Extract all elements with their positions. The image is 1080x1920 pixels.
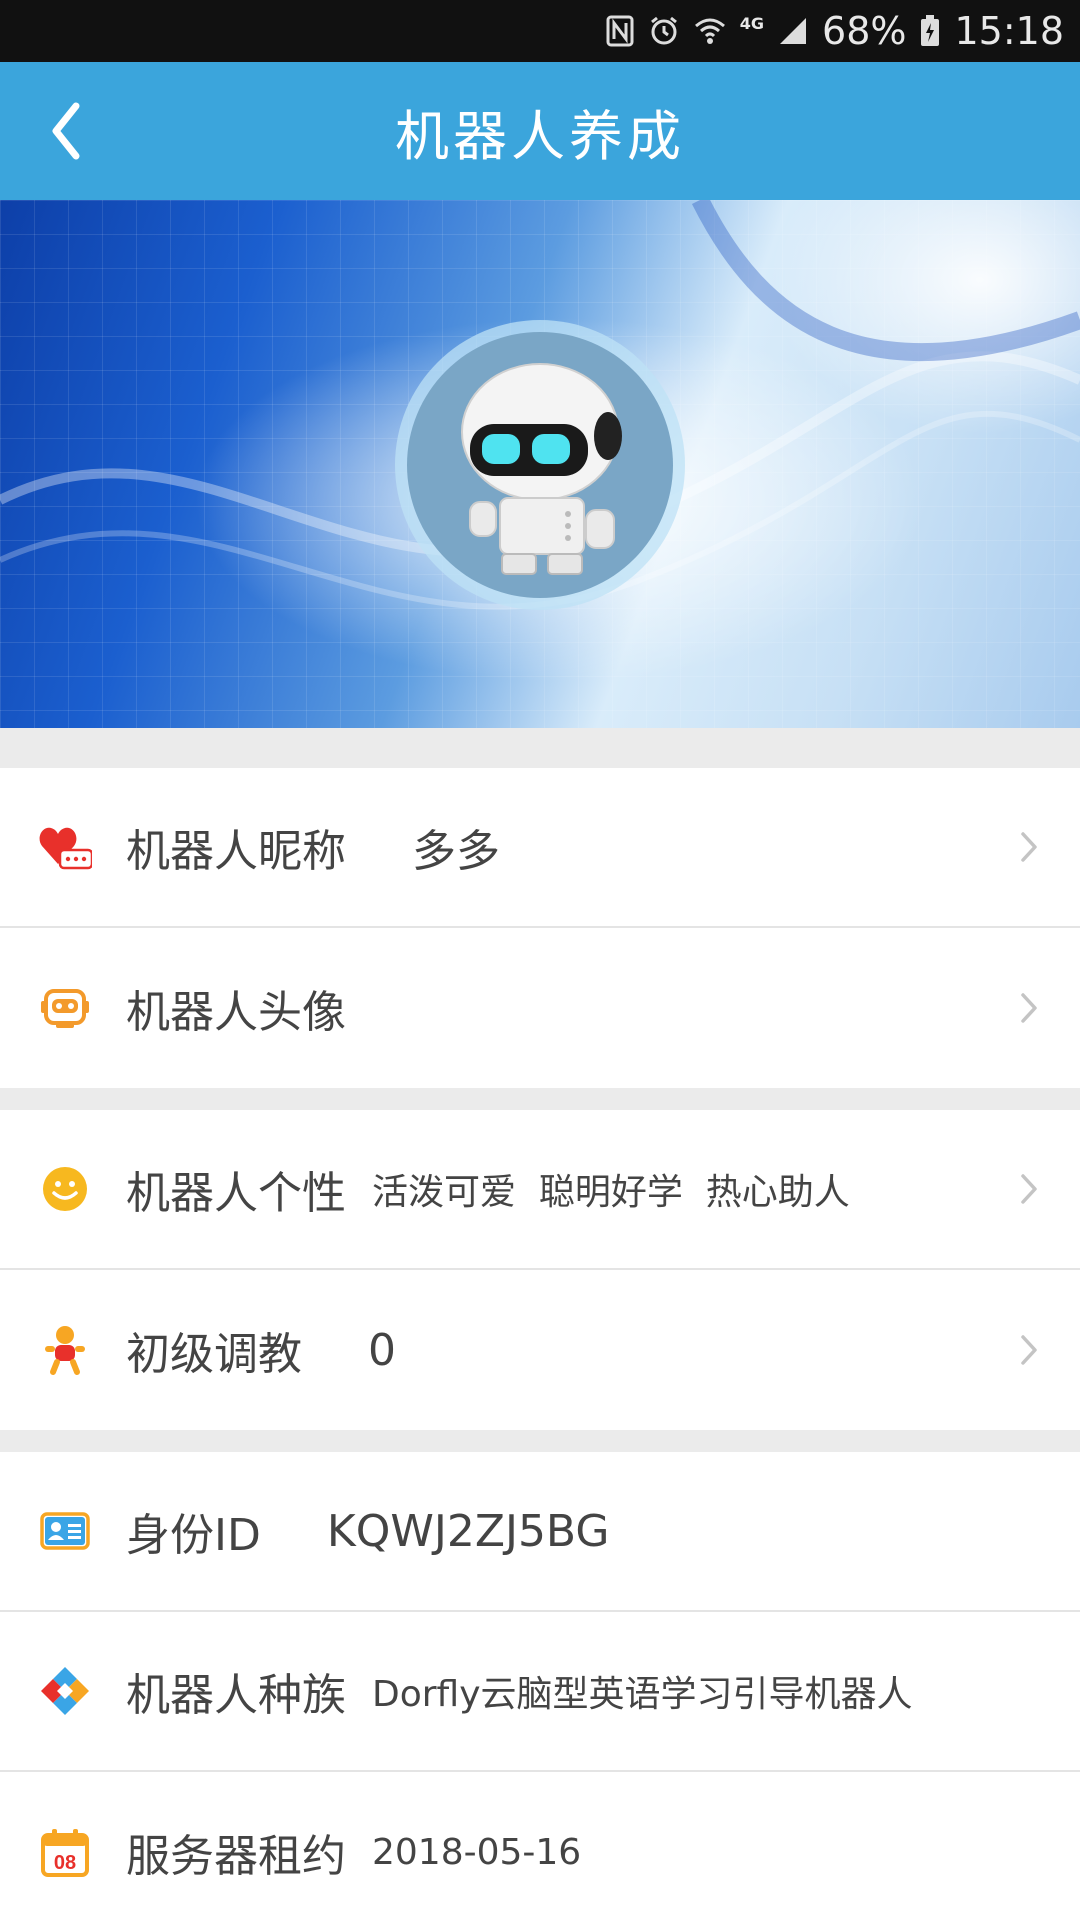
back-button[interactable]	[36, 62, 96, 200]
id-label: 身份ID	[126, 1510, 261, 1561]
id-card-icon	[38, 1504, 92, 1558]
training-label: 初级调教	[126, 1329, 302, 1380]
heart-chat-icon	[38, 820, 92, 874]
network-type: 4G	[739, 13, 765, 33]
page-title: 机器人养成	[395, 104, 685, 168]
wifi-icon	[694, 16, 726, 46]
section-divider	[0, 1088, 1080, 1110]
smiley-icon	[38, 1162, 92, 1216]
battery-percent: 68%	[822, 9, 907, 53]
list-section-info: 身份ID KQWJ2ZJ5BG 机器人种族 Dorfly云脑型英语学习引导机器人…	[0, 1452, 1080, 1920]
personality-row[interactable]: 机器人个性 活泼可爱 聪明好学 热心助人	[0, 1110, 1080, 1270]
status-bar: 4G 68% 15:18	[0, 0, 1080, 62]
hero-banner	[0, 200, 1080, 728]
race-row: 机器人种族 Dorfly云脑型英语学习引导机器人	[0, 1612, 1080, 1772]
race-label: 机器人种族	[126, 1670, 346, 1721]
id-value: KQWJ2ZJ5BG	[326, 1505, 610, 1557]
robot-image	[461, 363, 622, 575]
robot-face-icon	[38, 981, 92, 1035]
id-row: 身份ID KQWJ2ZJ5BG	[0, 1452, 1080, 1612]
personality-value: 活泼可爱 聪明好学 热心助人	[372, 1172, 850, 1213]
chevron-right-icon	[1021, 1174, 1037, 1204]
signal-icon	[778, 16, 808, 46]
chevron-right-icon	[1021, 832, 1037, 862]
avatar-label: 机器人头像	[126, 987, 346, 1038]
race-value: Dorfly云脑型英语学习引导机器人	[372, 1674, 913, 1715]
chevron-right-icon	[1021, 993, 1037, 1023]
alarm-icon	[648, 15, 680, 47]
nfc-icon	[606, 15, 634, 47]
lease-value: 2018-05-16	[372, 1831, 582, 1873]
calendar-day: 08	[54, 1852, 76, 1874]
robot-avatar[interactable]	[407, 332, 673, 598]
section-divider	[0, 1430, 1080, 1452]
diamond-icon	[38, 1664, 92, 1718]
chevron-left-icon	[52, 102, 80, 160]
chevron-right-icon	[1021, 1335, 1037, 1365]
lease-label: 服务器租约	[126, 1831, 346, 1882]
list-section-personality: 机器人个性 活泼可爱 聪明好学 热心助人 初级调教 0	[0, 1110, 1080, 1430]
calendar-icon: 08	[38, 1825, 92, 1879]
training-value: 0	[368, 1324, 396, 1376]
personality-label: 机器人个性	[126, 1168, 346, 1219]
list-section-basic: 机器人昵称 多多 机器人头像	[0, 768, 1080, 1088]
nickname-value: 多多	[412, 826, 500, 877]
clock: 15:18	[954, 9, 1064, 53]
training-row[interactable]: 初级调教 0	[0, 1270, 1080, 1430]
robot-avatar-frame	[395, 320, 685, 610]
baby-icon	[38, 1323, 92, 1377]
lease-row: 08 服务器租约 2018-05-16	[0, 1772, 1080, 1920]
section-divider	[0, 728, 1080, 768]
nickname-label: 机器人昵称	[126, 826, 346, 877]
avatar-row[interactable]: 机器人头像	[0, 928, 1080, 1088]
nickname-row[interactable]: 机器人昵称 多多	[0, 768, 1080, 928]
app-bar: 机器人养成	[0, 62, 1080, 200]
battery-icon	[920, 15, 940, 47]
